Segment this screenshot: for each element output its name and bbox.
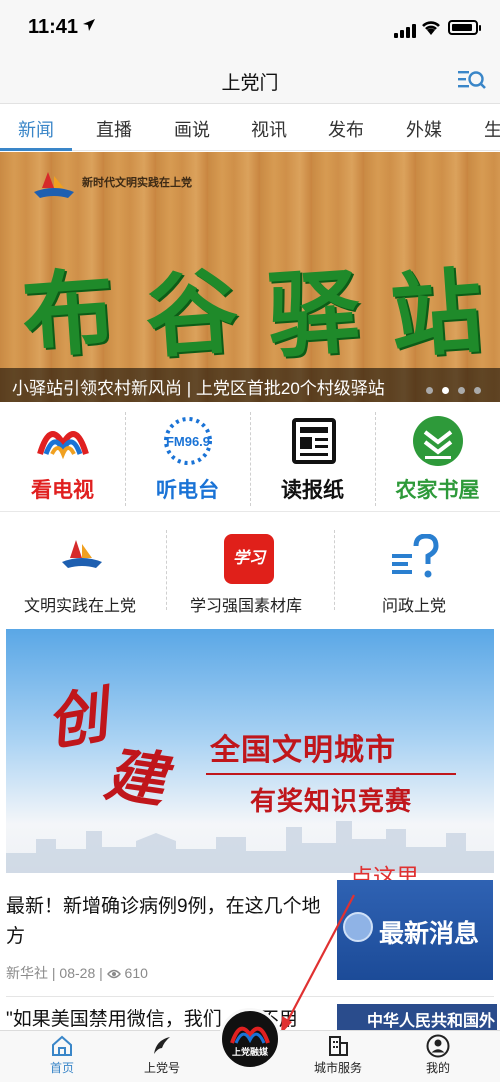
artwork-char: 布	[18, 256, 119, 372]
divider	[6, 996, 494, 997]
media-item-library[interactable]: 农家书屋	[375, 402, 500, 512]
center-media-button[interactable]: 上党融媒	[219, 1008, 281, 1070]
center-logo-icon	[230, 1026, 270, 1044]
carousel-dot	[426, 387, 433, 394]
carousel-dot-active	[442, 387, 449, 394]
banner-artwork-text: 布 谷 驿 站	[19, 240, 486, 373]
news-date: 08-28	[59, 965, 96, 981]
media-grid: 看电视 FM96.9 听电台 读报纸 农家书屋	[0, 402, 500, 512]
building-icon	[329, 1036, 348, 1056]
promo-line-1: 全国文明城市	[210, 734, 396, 767]
city-skyline-graphic	[6, 821, 494, 873]
thumbnail-text: 最新消息	[379, 920, 480, 948]
status-bar: 11:41	[0, 0, 500, 56]
category-tabs: 新闻 直播 画说 视讯 发布 外媒 生	[0, 105, 500, 151]
news-thumbnail: 最新消息	[337, 880, 493, 980]
banner-logo-text: 新时代文明实践在上党	[82, 176, 192, 189]
app-screen: 11:41 上党门 新闻 直播 画说 视讯 发布 外媒 生	[0, 0, 500, 1082]
tabbar-label: 我的	[425, 1061, 450, 1075]
tab-picture-talk[interactable]: 画说	[174, 116, 210, 142]
service-label: 文明实践在上党	[24, 598, 137, 615]
media-item-tv[interactable]: 看电视	[0, 402, 125, 512]
battery-icon	[448, 20, 481, 35]
tabbar-label: 上党号	[143, 1061, 180, 1075]
active-tab-indicator	[0, 148, 72, 151]
home-icon	[52, 1035, 72, 1056]
services-row: 文明实践在上党 学习 学习强国素材库 问政上党	[0, 516, 500, 620]
news-headline: "如果美国禁用微信，我们……不用	[6, 1009, 298, 1030]
news-item[interactable]: 最新！新增确诊病例9例，在这几个地方 新华社 | 08-28 | 610 最新消…	[0, 880, 500, 992]
tab-news[interactable]: 新闻	[18, 116, 54, 142]
artwork-char: 谷	[141, 256, 241, 372]
page-title: 上党门	[221, 73, 279, 94]
promo-divider	[206, 773, 456, 775]
xuexi-icon: 学习	[224, 534, 274, 584]
promo-banner[interactable]: 创 建 全国文明城市 有奖知识竞赛	[6, 629, 494, 873]
emblem-icon	[343, 912, 373, 942]
media-item-radio[interactable]: FM96.9 听电台	[125, 402, 250, 512]
app-header: 上党门	[0, 56, 500, 104]
banner-caption-bar: 小驿站引领农村新风尚 | 上党区首批20个村级驿站	[0, 368, 500, 402]
tabbar-city-services[interactable]: 城市服务	[298, 1031, 378, 1082]
user-icon	[426, 1034, 450, 1058]
cellular-signal-icon	[394, 20, 418, 38]
banner-caption: 小驿站引领农村新风尚 | 上党区首批20个村级驿站	[12, 379, 385, 398]
status-time: 11:41	[28, 16, 79, 38]
civilization-logo-icon	[34, 172, 74, 198]
carousel-dot	[474, 387, 481, 394]
book-house-icon	[413, 416, 463, 466]
location-arrow-icon	[83, 19, 95, 31]
tabbar-label: 城市服务	[313, 1061, 362, 1075]
tabbar-shangdanghao[interactable]: 上党号	[122, 1031, 202, 1082]
civilization-logo-icon	[62, 540, 102, 568]
news-source: 新华社	[6, 965, 48, 981]
artwork-char: 站	[386, 256, 487, 372]
media-label: 农家书屋	[395, 479, 480, 502]
tabbar-mine[interactable]: 我的	[398, 1031, 478, 1082]
meta-separator: |	[99, 965, 107, 981]
media-label: 听电台	[156, 479, 219, 502]
wifi-icon	[422, 21, 440, 35]
carousel-dot	[458, 387, 465, 394]
feather-icon	[154, 1037, 170, 1054]
media-label: 看电视	[31, 479, 94, 502]
eye-icon	[106, 970, 121, 979]
service-label: 学习强国素材库	[190, 598, 303, 615]
tab-video[interactable]: 视讯	[251, 116, 287, 142]
tab-life[interactable]: 生	[484, 116, 500, 142]
news-thumbnail: 中华人民共和国外	[337, 1004, 497, 1030]
service-civilization[interactable]: 文明实践在上党	[0, 516, 166, 620]
thumbnail-text: 中华人民共和国外	[367, 1013, 496, 1030]
center-button-label: 上党融媒	[231, 1047, 268, 1057]
tab-release[interactable]: 发布	[328, 116, 364, 142]
news-meta: 新华社 | 08-28 | 610	[6, 963, 148, 983]
news-views: 610	[124, 965, 148, 981]
carousel-dots	[426, 381, 490, 399]
newspaper-icon	[292, 418, 336, 464]
promo-big-char: 创	[41, 680, 113, 760]
media-label: 读报纸	[281, 479, 344, 502]
question-icon	[392, 534, 439, 578]
service-label: 问政上党	[382, 598, 447, 615]
service-ask-government[interactable]: 问政上党	[334, 516, 500, 620]
news-headline: 最新！新增确诊病例9例，在这几个地方	[6, 896, 321, 947]
tabbar-home[interactable]: 首页	[22, 1031, 102, 1082]
service-xuexi[interactable]: 学习 学习强国素材库	[166, 516, 334, 620]
tab-live[interactable]: 直播	[96, 116, 132, 142]
tv-logo-icon	[37, 431, 89, 460]
artwork-char: 驿	[264, 256, 364, 372]
banner-carousel[interactable]: 新时代文明实践在上党 布 谷 驿 站 小驿站引领农村新风尚 | 上党区首批20个…	[0, 152, 500, 402]
radio-fm96-icon: FM96.9	[164, 417, 212, 465]
tab-foreign-media[interactable]: 外媒	[406, 116, 442, 142]
radio-badge: FM96.9	[166, 434, 210, 449]
menu-search-icon[interactable]	[457, 68, 487, 92]
media-item-newspaper[interactable]: 读报纸	[250, 402, 375, 512]
tabbar-label: 首页	[49, 1061, 74, 1075]
